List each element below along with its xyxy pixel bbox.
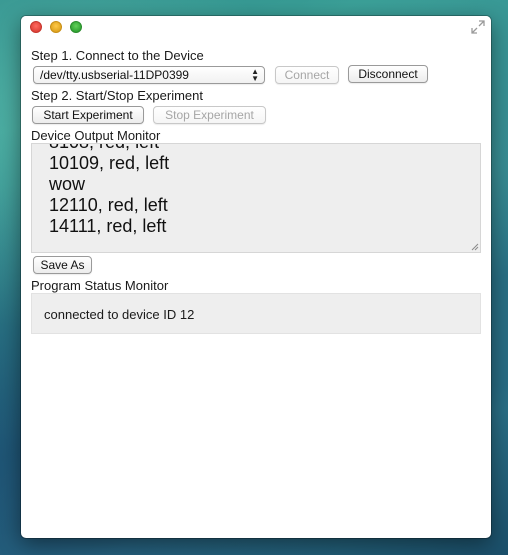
fullscreen-icon[interactable] — [471, 20, 485, 34]
device-output-lines: 8108, red, left 10109, red, left wow 121… — [49, 144, 170, 237]
step1-label: Step 1. Connect to the Device — [31, 48, 204, 63]
save-as-button[interactable]: Save As — [33, 256, 92, 274]
connect-button[interactable]: Connect — [275, 66, 339, 84]
status-message: connected to device ID 12 — [44, 307, 195, 322]
device-output-textarea[interactable]: 8108, red, left 10109, red, left wow 121… — [31, 143, 481, 253]
step2-label: Step 2. Start/Stop Experiment — [31, 88, 203, 103]
start-experiment-button[interactable]: Start Experiment — [32, 106, 144, 124]
title-bar[interactable] — [21, 16, 491, 38]
resize-grip-icon[interactable] — [470, 242, 479, 251]
disconnect-button[interactable]: Disconnect — [348, 65, 428, 83]
port-select[interactable]: /dev/tty.usbserial-11DP0399 ▲ ▼ — [33, 66, 265, 84]
up-down-arrows-icon: ▲ ▼ — [251, 67, 259, 83]
program-status-box: connected to device ID 12 — [31, 293, 481, 334]
output-line: 12110, red, left — [49, 195, 168, 215]
output-line: wow — [49, 174, 86, 194]
close-button[interactable] — [30, 21, 42, 33]
output-line: 14111, red, left — [49, 216, 167, 236]
minimize-button[interactable] — [50, 21, 62, 33]
port-select-value: /dev/tty.usbserial-11DP0399 — [40, 68, 189, 82]
output-line: 8108, red, left — [49, 144, 169, 153]
device-output-label: Device Output Monitor — [31, 128, 161, 143]
stop-experiment-button[interactable]: Stop Experiment — [153, 106, 266, 124]
zoom-button[interactable] — [70, 21, 82, 33]
app-window: Step 1. Connect to the Device /dev/tty.u… — [21, 16, 491, 538]
output-line: 10109, red, left — [49, 153, 170, 173]
program-status-label: Program Status Monitor — [31, 278, 169, 293]
